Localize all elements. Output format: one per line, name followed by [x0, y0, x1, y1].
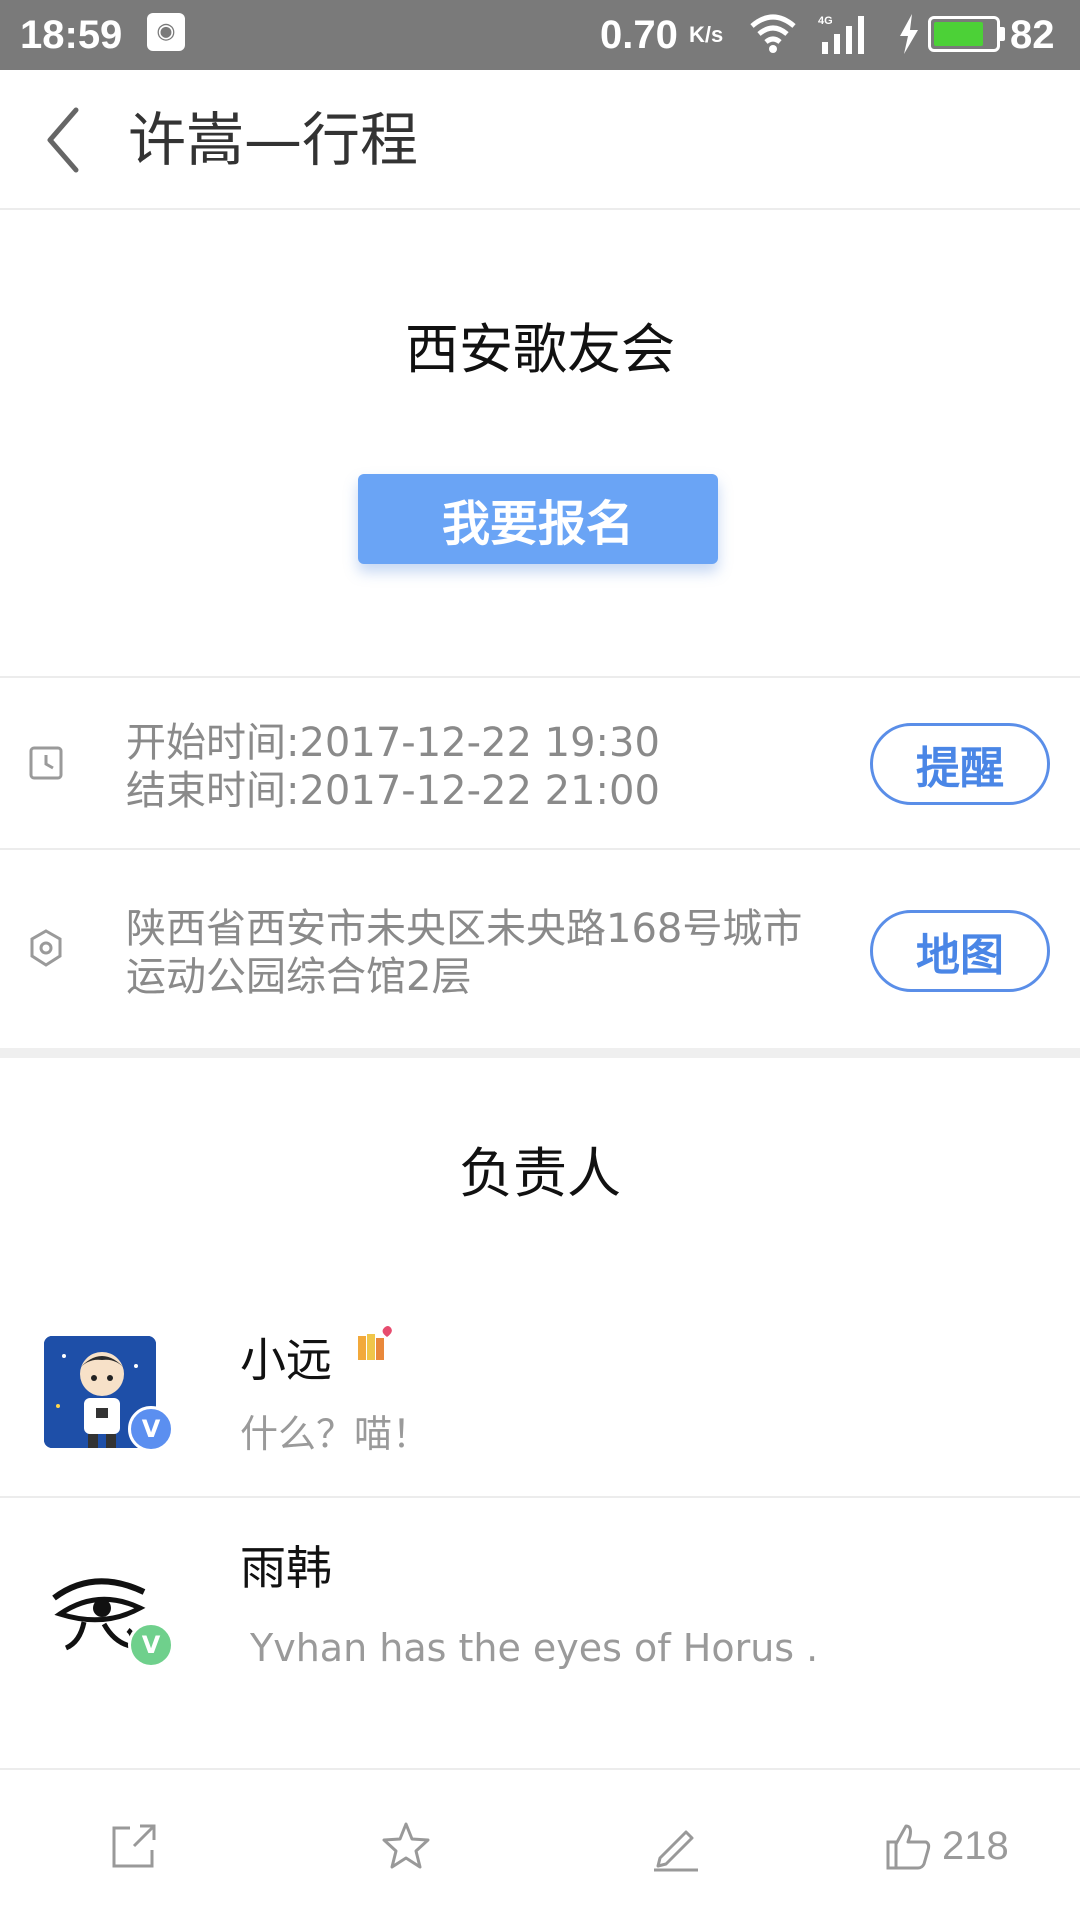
- status-time: 18:59: [20, 13, 123, 57]
- network-type-label: 4G: [818, 15, 833, 27]
- star-icon: [382, 1822, 430, 1869]
- share-button[interactable]: [108, 1820, 160, 1876]
- bottom-toolbar: 218: [0, 1768, 1080, 1920]
- verified-badge: V: [128, 1406, 174, 1452]
- person-name: 雨韩: [240, 1541, 332, 1595]
- remind-button[interactable]: 提醒: [870, 723, 1050, 805]
- thumbs-up-icon: [886, 1824, 931, 1870]
- share-icon: [112, 1824, 156, 1868]
- person-row[interactable]: V 小远 什么？喵！: [0, 1300, 1080, 1496]
- battery-level: 82: [1010, 13, 1055, 57]
- address-line-1: 陕西省西安市未央区未央路168号城市: [126, 906, 803, 952]
- location-icon: [30, 929, 62, 967]
- battery-tip: [1000, 27, 1005, 41]
- responsible-heading: 负责人: [459, 1142, 621, 1205]
- end-time: 结束时间:2017-12-22 21:00: [126, 768, 660, 814]
- app-header: 许嵩—行程: [0, 70, 1080, 210]
- status-bar: 18:59 ◉ 0.70 K/s 4G 82: [0, 0, 1080, 70]
- verified-badge: V: [128, 1622, 174, 1668]
- network-speed-unit: K/s: [688, 22, 724, 47]
- pencil-icon: [654, 1830, 698, 1872]
- start-time: 开始时间:2017-12-22 19:30: [126, 720, 660, 766]
- address-line-2: 运动公园综合馆2层: [126, 954, 472, 1000]
- location-info-row: 陕西省西安市未央区未央路168号城市 运动公园综合馆2层 地图: [0, 850, 1080, 1048]
- clock-icon: [29, 746, 63, 780]
- edit-button[interactable]: [650, 1820, 702, 1876]
- signal-4g-icon: 4G: [818, 15, 864, 54]
- back-button[interactable]: [36, 98, 96, 182]
- network-speed-value: 0.70: [600, 13, 678, 57]
- wifi-icon: [750, 14, 796, 53]
- page-title: 许嵩—行程: [128, 106, 419, 174]
- charging-icon: [900, 14, 918, 54]
- person-row[interactable]: V 雨韩 Yvhan has the eyes of Horus .: [0, 1498, 1080, 1766]
- signup-button[interactable]: 我要报名: [358, 474, 718, 564]
- person-subtitle: Yvhan has the eyes of Horus .: [250, 1626, 819, 1670]
- books-emoji-icon: [358, 1326, 392, 1360]
- section-divider: [0, 1048, 1080, 1058]
- weibo-icon: ◉: [147, 13, 185, 51]
- like-button[interactable]: 218: [882, 1820, 1042, 1876]
- chevron-left-icon: [47, 107, 79, 173]
- person-name: 小远: [240, 1333, 332, 1387]
- event-title: 西安歌友会: [405, 318, 675, 381]
- favorite-button[interactable]: [380, 1820, 432, 1876]
- time-info-row: 开始时间:2017-12-22 19:30 结束时间:2017-12-22 21…: [0, 678, 1080, 848]
- network-speed: 0.70 K/s: [600, 10, 723, 60]
- battery-icon: [928, 16, 1000, 52]
- person-subtitle: 什么？喵！: [240, 1412, 431, 1456]
- battery-fill: [934, 22, 984, 46]
- map-button[interactable]: 地图: [870, 910, 1050, 992]
- like-count: 218: [942, 1824, 1009, 1868]
